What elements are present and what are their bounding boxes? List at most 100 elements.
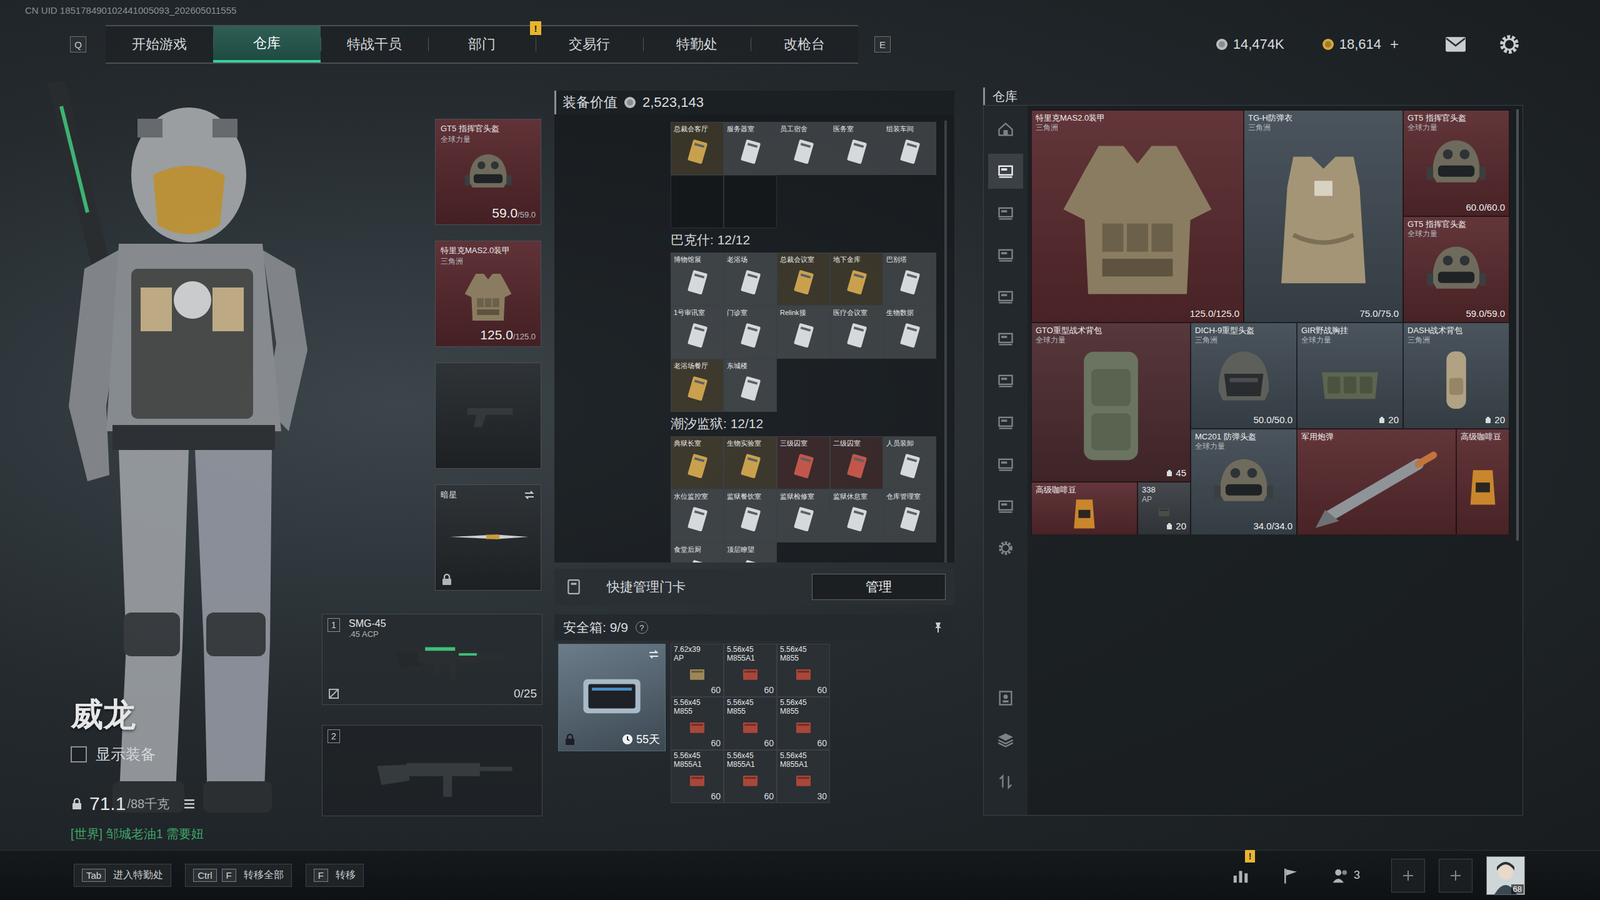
nav-tab[interactable]: 部门 [428,26,536,63]
stash-tab[interactable] [988,405,1024,440]
swap-icon[interactable] [647,648,660,661]
swap-icon[interactable] [523,488,536,502]
keycard[interactable]: 食堂后厨 [670,542,724,563]
keycard[interactable]: 监狱检修室 [776,489,830,543]
stash-tab[interactable] [988,153,1024,189]
keycard[interactable]: 监狱餐饮室 [723,489,777,543]
next-tab-key[interactable]: E [874,36,891,53]
stash-tab[interactable] [988,446,1024,482]
stash-item[interactable]: 高级咖啡豆 [1031,481,1138,535]
nav-tab[interactable]: 交易行 [535,26,644,63]
keycard[interactable]: 监狱休息室 [830,489,884,543]
keycard[interactable]: 1号审讯室 [670,305,724,359]
stash-item[interactable]: GTO重型战术背包全球力量45 [1031,322,1191,482]
stats-button[interactable]: ! [1231,866,1250,885]
keycard[interactable]: 员工宿舍 [776,121,830,175]
hotkey-button[interactable]: F转移 [305,863,364,887]
stash-item[interactable]: MC201 防弹头盔全球力量34.0/34.0 [1190,428,1297,535]
keycard[interactable]: Relink接 [776,305,830,359]
keycard[interactable]: 老浴场 [723,252,777,306]
keycard[interactable]: 医务室 [830,121,884,175]
keycard[interactable]: 门诊室 [723,305,777,359]
keycard[interactable]: 仓库管理室 [883,489,937,543]
keycard[interactable]: 顶层瞭望 [723,542,777,563]
hotkey-button[interactable]: CtrlF转移全部 [185,863,292,887]
stash-tool[interactable] [988,764,1024,800]
keycard[interactable]: 博物馆展 [670,252,724,306]
list-icon[interactable] [183,797,196,810]
prev-tab-key[interactable]: Q [70,36,87,53]
stash-tab[interactable] [988,279,1024,315]
keycard[interactable]: 生物实验室 [723,436,777,490]
stash-item[interactable]: 特里克MAS2.0装甲三角洲125.0/125.0 [1031,110,1244,323]
keycard[interactable]: 生物数据 [883,305,937,359]
keycard[interactable]: 水位监控室 [670,489,724,543]
stash-tab[interactable] [988,363,1024,399]
gear-slot[interactable]: GT5 指挥官头盔全球力量59.0/59.0 [435,118,542,225]
stash-tab[interactable] [988,488,1024,524]
ammo-item[interactable]: 5.56x45M855A130 [776,750,830,804]
show-gear-checkbox[interactable] [70,746,87,763]
nav-tab[interactable]: 改枪台 [750,26,859,63]
keycard[interactable]: 服务器室 [723,121,777,175]
stash-item[interactable]: DICH-9重型头盔三角洲50.0/50.0 [1190,322,1297,429]
keycard[interactable]: 巴别塔 [883,252,937,306]
player-avatar[interactable]: 68 [1486,856,1525,895]
gear-slot[interactable] [435,362,542,469]
invite-slot[interactable] [1391,858,1425,893]
help-button[interactable]: ? [635,621,649,634]
stash-tab[interactable] [988,111,1024,147]
keycard[interactable]: 地下金库 [830,252,884,306]
keycard[interactable]: 人员装卸 [883,436,937,490]
stash-item[interactable]: DASH战术背包三角洲20 [1403,322,1510,429]
weapon-slot[interactable]: 1SMG-45.45 ACP0/25 [321,613,543,705]
safebox[interactable]: 55天 [558,643,666,752]
stash-item[interactable]: 338AP20 [1137,481,1191,535]
keycard[interactable]: 医疗会议室 [830,305,884,359]
ammo-item[interactable]: 5.56x45M85560 [670,696,724,750]
stash-tab[interactable] [988,321,1024,357]
invite-slot[interactable] [1438,858,1473,893]
pin-icon[interactable] [931,621,945,634]
nav-tab[interactable]: 特勤处 [643,26,751,63]
nav-tab[interactable]: 特战干员 [320,26,429,63]
ammo-item[interactable]: 5.56x45M85560 [776,696,830,750]
ammo-item[interactable]: 5.56x45M85560 [723,696,777,750]
keycard[interactable]: 三级囚室 [776,436,830,490]
nav-tab[interactable]: 开始游戏 [105,26,214,63]
mail-icon[interactable] [1445,36,1467,53]
keycard[interactable]: 典狱长室 [670,436,724,490]
friends-button[interactable]: 3 [1331,866,1360,885]
ammo-item[interactable]: 5.56x45M85560 [776,643,830,697]
hotkey-button[interactable]: Tab进入特勤处 [73,863,172,887]
keycard[interactable]: 组装车间 [883,121,937,175]
keycard[interactable]: 东城楼 [723,358,777,412]
manage-button[interactable]: 管理 [811,573,946,600]
stash-item[interactable]: TG-H防弹衣三角洲75.0/75.0 [1243,110,1404,323]
keycard[interactable]: 总裁会议室 [776,252,830,306]
stash-tool[interactable] [988,680,1024,716]
add-currency-button[interactable]: + [1390,35,1399,54]
scrollbar[interactable] [1516,109,1519,541]
show-gear-toggle[interactable]: 显示装备 [70,744,322,765]
gear-slot[interactable]: 特里克MAS2.0装甲三角洲125.0/125.0 [435,240,542,347]
keycard[interactable]: 二级囚室 [830,436,884,490]
ammo-item[interactable]: 7.62x39AP60 [670,643,724,697]
stash-tool[interactable] [988,722,1024,758]
keycard[interactable]: 总裁会客厅 [670,121,724,175]
stash-item[interactable]: 军用炮弹 [1296,428,1457,535]
stash-tab[interactable] [988,195,1024,231]
stash-item[interactable]: GIR野战胸挂全球力量20 [1296,322,1404,429]
gear-slot[interactable]: 暗星 [435,484,542,591]
stash-settings[interactable] [988,530,1024,566]
stash-item[interactable]: GT5 指挥官头盔全球力量59.0/59.0 [1403,216,1510,323]
scrollbar[interactable] [944,120,947,563]
nav-tab[interactable]: 仓库 [213,26,321,63]
stash-item[interactable]: GT5 指挥官头盔全球力量60.0/60.0 [1403,110,1510,217]
ammo-item[interactable]: 5.56x45M855A160 [723,750,777,804]
stash-item[interactable]: 高级咖啡豆 [1456,428,1510,535]
gear-icon[interactable] [1498,33,1520,55]
ammo-item[interactable]: 5.56x45M855A160 [670,750,724,804]
keycard[interactable]: 老浴场餐厅 [670,358,724,412]
flag-button[interactable] [1281,866,1300,885]
